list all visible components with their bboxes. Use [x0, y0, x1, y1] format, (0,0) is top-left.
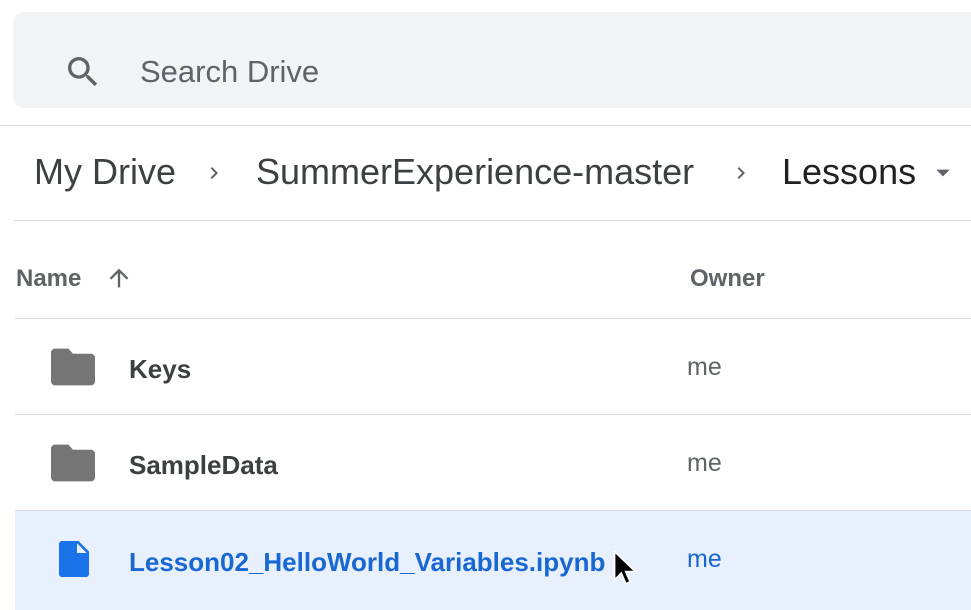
- file-owner: me: [687, 545, 722, 573]
- column-header-name[interactable]: Name: [16, 265, 81, 293]
- chevron-right-icon: [737, 167, 745, 179]
- search-icon[interactable]: [63, 52, 103, 92]
- folder-icon: [51, 444, 95, 482]
- arrow-up-icon[interactable]: [105, 262, 133, 294]
- breadcrumb-divider: [13, 220, 971, 221]
- table-row[interactable]: SampleData me: [15, 415, 971, 510]
- header-divider: [0, 125, 971, 126]
- file-owner: me: [687, 449, 722, 477]
- file-name[interactable]: Keys: [129, 354, 191, 385]
- table-row[interactable]: Lesson02_HelloWorld_Variables.ipynb me: [15, 511, 971, 610]
- breadcrumb-item-my-drive[interactable]: My Drive: [34, 150, 176, 194]
- file-icon: [59, 541, 89, 577]
- mouse-cursor-icon: [613, 550, 637, 585]
- caret-down-icon[interactable]: [930, 163, 956, 183]
- file-owner: me: [687, 353, 722, 381]
- breadcrumb-item-lessons[interactable]: Lessons: [782, 150, 916, 194]
- search-input[interactable]: [140, 50, 960, 94]
- file-name[interactable]: SampleData: [129, 450, 278, 481]
- breadcrumb-item-summerexperience-master[interactable]: SummerExperience-master: [256, 150, 694, 194]
- table-row[interactable]: Keys me: [15, 319, 971, 414]
- column-header-owner[interactable]: Owner: [690, 265, 765, 293]
- file-name[interactable]: Lesson02_HelloWorld_Variables.ipynb: [129, 547, 605, 578]
- search-bar[interactable]: [13, 12, 971, 108]
- chevron-right-icon: [210, 167, 218, 179]
- folder-icon: [51, 348, 95, 386]
